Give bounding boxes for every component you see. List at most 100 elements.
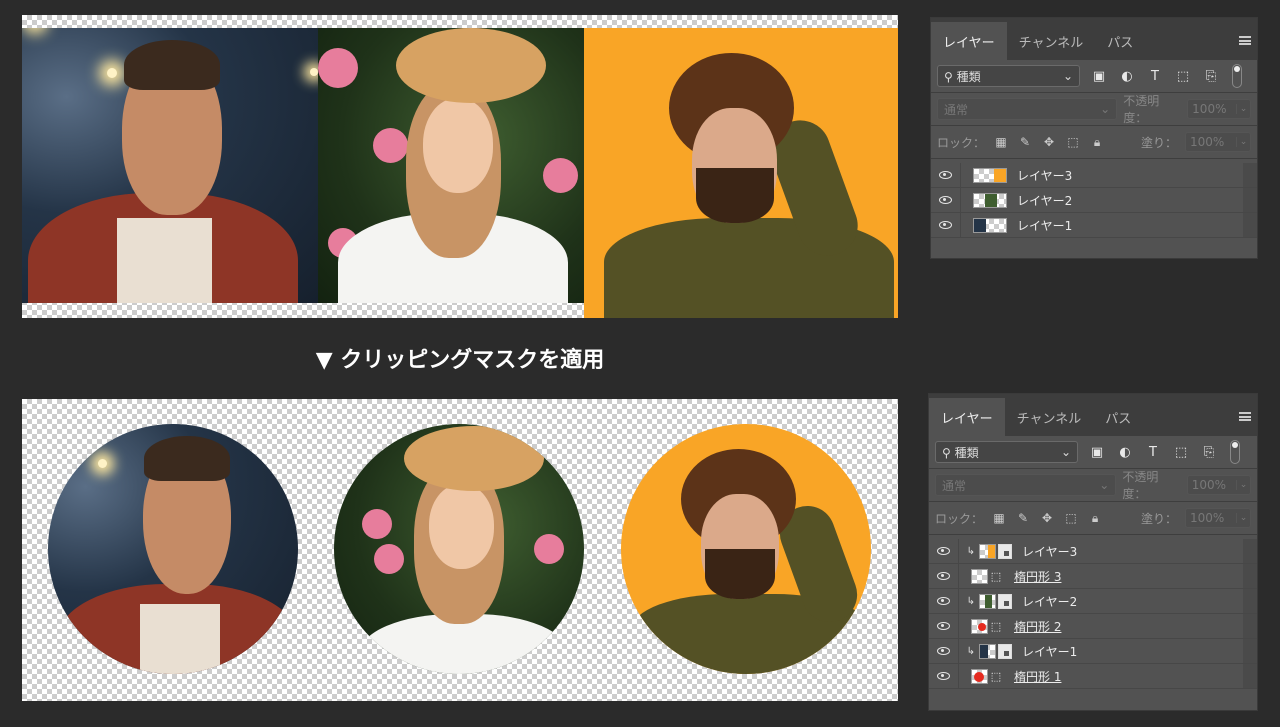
panel-menu-icon[interactable] (1239, 412, 1251, 421)
layer-name: レイヤー3 (1022, 544, 1078, 559)
tab-layers[interactable]: レイヤー (929, 398, 1005, 436)
layer-row[interactable]: レイヤー2 (931, 187, 1257, 213)
opacity-input[interactable]: 100% ⌄ (1187, 99, 1251, 119)
chevron-down-icon: ⌄ (1236, 137, 1250, 147)
vector-mask-icon: ⬚ (990, 569, 1002, 583)
layer-row[interactable]: レイヤー3 (931, 162, 1257, 188)
eye-icon[interactable] (929, 613, 959, 639)
type-filter-icon[interactable]: T (1144, 443, 1162, 461)
opacity-value: 100% (1192, 102, 1227, 116)
layer-thumbnail (973, 167, 1007, 183)
layer-row[interactable]: ↳ レイヤー1 (929, 638, 1257, 664)
eye-icon[interactable] (929, 538, 959, 564)
circle-photo-man-dreadlocks (48, 424, 298, 674)
adjustment-filter-icon[interactable]: ◐ (1116, 443, 1134, 461)
artboard-icon[interactable]: ⬚ (1063, 510, 1079, 526)
lock-icon[interactable]: 🔒︎ (1087, 510, 1103, 526)
layer-name: レイヤー1 (1022, 644, 1078, 659)
image-filter-icon[interactable]: ▣ (1090, 67, 1108, 85)
panel-tabs: レイヤー チャンネル パス (931, 18, 1257, 60)
circle-photo-man-curly-hair (621, 424, 871, 674)
search-icon: ⚲ (944, 69, 953, 84)
eye-icon[interactable] (931, 162, 961, 188)
adjustment-filter-icon[interactable]: ◐ (1118, 67, 1136, 85)
lock-pixels-icon[interactable]: ▦ (991, 510, 1007, 526)
eye-icon[interactable] (929, 663, 959, 689)
layer-thumbnail (979, 643, 996, 659)
layer-name: レイヤー2 (1017, 193, 1073, 208)
filter-toggle[interactable] (1232, 64, 1242, 88)
eye-icon[interactable] (929, 563, 959, 589)
lock-row: ロック： ▦ ✎ ✥ ⬚ 🔒︎ 塗り： 100% ⌄ (931, 126, 1257, 158)
photo-man-dreadlocks (22, 28, 318, 303)
canvas-before (22, 15, 898, 318)
tab-paths[interactable]: パス (1095, 22, 1145, 60)
blend-mode-select[interactable]: 通常 ⌄ (935, 474, 1117, 496)
layer-row[interactable]: ⬚ 楕円形 1 (929, 663, 1257, 689)
layer-row[interactable]: レイヤー1 (931, 212, 1257, 238)
eye-icon[interactable] (931, 212, 961, 238)
filter-kind-select[interactable]: ⚲ 種類 ⌄ (935, 441, 1078, 463)
layer-thumbnail (971, 618, 988, 634)
blend-mode-select[interactable]: 通常 ⌄ (937, 98, 1118, 120)
panel-menu-icon[interactable] (1239, 36, 1251, 45)
chevron-down-icon: ⌄ (1236, 480, 1250, 490)
eye-icon[interactable] (929, 638, 959, 664)
layer-name: レイヤー3 (1017, 168, 1073, 183)
eye-icon[interactable] (929, 588, 959, 614)
tab-layers[interactable]: レイヤー (931, 22, 1007, 60)
filter-kind-select[interactable]: ⚲ 種類 ⌄ (937, 65, 1080, 87)
lock-label: ロック： (935, 511, 984, 526)
opacity-label: 不透明度： (1123, 94, 1160, 125)
tab-paths[interactable]: パス (1093, 398, 1143, 436)
type-filter-icon[interactable]: T (1146, 67, 1164, 85)
layers-panel-after: レイヤー チャンネル パス ⚲ 種類 ⌄ ▣ ◐ T ⬚ ⎘ 通常 ⌄ 不透明度：… (928, 393, 1258, 711)
search-icon: ⚲ (942, 445, 951, 460)
smart-object-icon (998, 643, 1012, 659)
layer-row[interactable]: ↳ レイヤー3 (929, 538, 1257, 564)
layer-row[interactable]: ⬚ 楕円形 2 (929, 613, 1257, 639)
smart-object-filter-icon[interactable]: ⎘ (1202, 67, 1220, 85)
photo-woman-straw-hat (318, 28, 584, 303)
artboard-icon[interactable]: ⬚ (1065, 134, 1081, 150)
move-icon[interactable]: ✥ (1039, 510, 1055, 526)
chevron-down-icon: ⌄ (1099, 478, 1110, 492)
layer-filter-row: ⚲ 種類 ⌄ ▣ ◐ T ⬚ ⎘ (929, 436, 1257, 468)
vector-mask-icon: ⬚ (990, 669, 1002, 683)
chevron-down-icon: ⌄ (1062, 69, 1073, 83)
image-filter-icon[interactable]: ▣ (1088, 443, 1106, 461)
lock-pixels-icon[interactable]: ▦ (993, 134, 1009, 150)
brush-icon[interactable]: ✎ (1015, 510, 1031, 526)
layer-thumbnail (971, 668, 988, 684)
clipping-arrow-icon: ↳ (966, 595, 975, 607)
filter-kind-label: 種類 (954, 445, 979, 460)
fill-input[interactable]: 100% ⌄ (1185, 508, 1251, 528)
fill-input[interactable]: 100% ⌄ (1185, 132, 1251, 152)
layer-thumbnail (979, 543, 996, 559)
layer-thumbnail (979, 593, 996, 609)
chevron-down-icon: ⌄ (1236, 513, 1250, 523)
brush-icon[interactable]: ✎ (1017, 134, 1033, 150)
layer-thumbnail (973, 192, 1007, 208)
circle-photo-woman-straw-hat (334, 424, 584, 674)
smart-object-filter-icon[interactable]: ⎘ (1200, 443, 1218, 461)
heading-apply-clipping-mask: ▼ クリッピングマスクを適用 (315, 348, 605, 373)
smart-object-icon (998, 543, 1012, 559)
photo-man-curly-hair (584, 28, 898, 318)
lock-icon[interactable]: 🔒︎ (1089, 134, 1105, 150)
layer-thumbnail (971, 568, 988, 584)
fill-value: 100% (1190, 135, 1225, 149)
layer-row[interactable]: ⬚ 楕円形 3 (929, 563, 1257, 589)
tab-channels[interactable]: チャンネル (1005, 398, 1094, 436)
shape-filter-icon[interactable]: ⬚ (1172, 443, 1190, 461)
opacity-input[interactable]: 100% ⌄ (1186, 475, 1251, 495)
shape-filter-icon[interactable]: ⬚ (1174, 67, 1192, 85)
tab-channels[interactable]: チャンネル (1007, 22, 1096, 60)
move-icon[interactable]: ✥ (1041, 134, 1057, 150)
layer-row[interactable]: ↳ レイヤー2 (929, 588, 1257, 614)
eye-icon[interactable] (931, 187, 961, 213)
filter-toggle[interactable] (1230, 440, 1240, 464)
layer-list: ↳ レイヤー3 ⬚ 楕円形 3 ↳ レイヤー2 ⬚ 楕円形 2 ↳ レイヤー1 … (929, 535, 1257, 689)
opacity-value: 100% (1191, 478, 1227, 492)
layer-thumbnail (973, 217, 1007, 233)
